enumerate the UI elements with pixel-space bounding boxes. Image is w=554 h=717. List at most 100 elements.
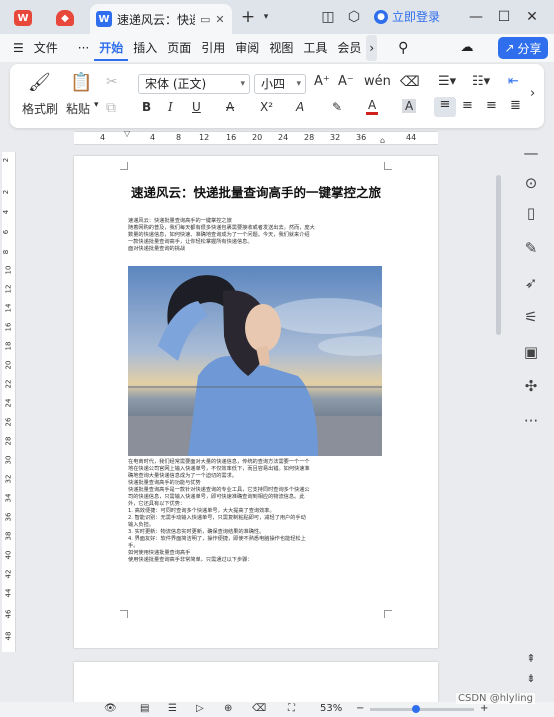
- share-button[interactable]: ↗ 分享: [498, 37, 548, 59]
- italic-button[interactable]: I: [168, 100, 173, 114]
- paste-icon[interactable]: 📋: [70, 72, 92, 93]
- portrait-photo[interactable]: [128, 266, 382, 456]
- tab-review[interactable]: 审阅: [230, 35, 264, 61]
- login-button[interactable]: ● 立即登录: [374, 8, 440, 25]
- ribbon-toolbar: 🖌 格式刷 📋 粘贴 ▾ ✂ ⧉ 宋体 (正文) ▾ 小四 ▾ A⁺ A⁻ wé…: [10, 64, 544, 128]
- tab-reference[interactable]: 引用: [196, 35, 230, 61]
- bold-button[interactable]: B: [142, 100, 151, 114]
- user-avatar-icon: ●: [374, 9, 388, 24]
- horizontal-ruler[interactable]: 4 4 8 12 16 20 24 28 32 36 44 ▽ ⌂: [74, 129, 438, 145]
- zoom-out-button[interactable]: −: [356, 703, 364, 714]
- adjust-icon[interactable]: ⚟: [518, 306, 544, 328]
- font-color-button[interactable]: A: [366, 98, 379, 115]
- ruler-label: 28: [4, 436, 13, 446]
- superscript-button[interactable]: X²: [260, 100, 273, 114]
- clear-format-icon[interactable]: ⌫: [400, 74, 420, 90]
- zoom-slider-handle[interactable]: [412, 705, 420, 713]
- paste-label[interactable]: 粘贴: [66, 100, 90, 117]
- pinyin-guide-icon[interactable]: wén: [364, 74, 391, 89]
- document-page[interactable]: 速递风云：快递批量查询高手的一键掌控之旅 速递风云：快递批量查询高手的一键掌控之…: [74, 156, 438, 648]
- play-icon[interactable]: ▷: [196, 703, 204, 714]
- hamburger-icon[interactable]: ☰: [8, 35, 29, 61]
- tab-start[interactable]: 开始: [94, 35, 129, 61]
- format-painter-label[interactable]: 格式刷: [22, 100, 58, 117]
- tab-close-icon[interactable]: ✕: [215, 13, 224, 26]
- cursor-icon[interactable]: ➶: [518, 272, 544, 294]
- new-tab-icon[interactable]: +: [238, 8, 258, 26]
- maximize-icon[interactable]: ☐: [494, 8, 514, 26]
- highlight-icon[interactable]: ✎: [332, 100, 342, 114]
- font-name-select[interactable]: 宋体 (正文) ▾: [138, 74, 250, 94]
- cut-icon[interactable]: ✂: [106, 74, 118, 90]
- tab-view[interactable]: 视图: [264, 35, 298, 61]
- scroll-top-icon[interactable]: ⇞: [518, 648, 544, 670]
- ruler-label: 38: [4, 531, 13, 541]
- search-icon[interactable]: ⚲: [393, 35, 413, 61]
- format-painter-icon[interactable]: 🖌: [28, 72, 51, 93]
- scroll-bottom-icon[interactable]: ⇟: [518, 668, 544, 690]
- vertical-ruler[interactable]: 2 2 4 6 8 10 12 14 16 18 20 22 24 26 28 …: [2, 152, 16, 652]
- close-icon[interactable]: ✕: [522, 8, 542, 26]
- indent-marker-icon[interactable]: ▽: [124, 129, 130, 138]
- window-layout-icon[interactable]: ◫: [318, 8, 338, 26]
- eye-icon[interactable]: 👁: [104, 703, 117, 714]
- tab-monitor-icon[interactable]: ▭: [200, 13, 210, 26]
- web-view-icon[interactable]: ⊕: [224, 703, 232, 714]
- eraser-icon[interactable]: ⌫: [252, 703, 266, 714]
- tab-member[interactable]: 会员: [332, 35, 366, 61]
- align-left-icon[interactable]: ≡: [434, 97, 456, 117]
- zoom-level[interactable]: 53%: [320, 703, 342, 714]
- cloud-icon[interactable]: ☁: [455, 35, 478, 61]
- right-indent-marker-icon[interactable]: ⌂: [380, 136, 385, 145]
- menu-file[interactable]: 文件: [29, 35, 63, 61]
- cube-icon[interactable]: ⬡: [344, 8, 364, 26]
- strikethrough-button[interactable]: A: [226, 100, 234, 114]
- char-shading-button[interactable]: A: [402, 99, 417, 113]
- text-line: 4. 界面友好：软件界面简洁明了，操作便捷，即使不熟悉电脑操作也能轻松上: [128, 536, 306, 542]
- zoom-slider[interactable]: [370, 708, 474, 711]
- pdf-app-button[interactable]: ◆: [48, 6, 82, 30]
- justify-icon[interactable]: ≣: [510, 98, 521, 113]
- pen-icon[interactable]: ✎: [518, 237, 544, 259]
- fit-page-icon[interactable]: ⛶: [288, 703, 295, 714]
- align-right-icon[interactable]: ≡: [486, 98, 497, 113]
- next-page[interactable]: [74, 662, 438, 702]
- page-view-icon[interactable]: ▤: [140, 703, 149, 714]
- text-line: 1. 高效便捷：可同时查询多个快递单号，大大提高了查询效率。: [128, 508, 275, 514]
- indent-icon[interactable]: ⇤: [508, 74, 519, 89]
- tab-insert[interactable]: 插入: [128, 35, 162, 61]
- ruler-label: 4: [2, 209, 11, 215]
- underline-button[interactable]: U: [192, 100, 201, 114]
- collapse-panel-icon[interactable]: —: [518, 142, 544, 164]
- tab-page[interactable]: 页面: [162, 35, 196, 61]
- more-icon[interactable]: ···: [518, 410, 544, 432]
- minimize-icon[interactable]: —: [466, 8, 486, 26]
- tabs-scroll-right-icon[interactable]: ›: [366, 35, 378, 61]
- copy-icon[interactable]: ⧉: [106, 100, 116, 116]
- menu-more[interactable]: ···: [73, 35, 94, 61]
- grow-font-icon[interactable]: A⁺: [314, 74, 330, 89]
- font-size-select[interactable]: 小四 ▾: [254, 74, 306, 94]
- ruler-label: 20: [252, 133, 263, 142]
- text-line: 3. 实时更新：物流信息实时更新，确保查询结果的准确性。: [128, 529, 265, 535]
- text-effect-icon[interactable]: A: [296, 100, 304, 114]
- bullet-list-icon[interactable]: ☰▾: [438, 74, 456, 89]
- document-tab[interactable]: W 速递风云：快递 ▭ ✕: [90, 4, 232, 34]
- tab-tools[interactable]: 工具: [298, 35, 332, 61]
- vertical-scrollbar-thumb[interactable]: [496, 175, 501, 335]
- align-center-icon[interactable]: ≡: [462, 98, 473, 113]
- book-icon[interactable]: ▯: [518, 202, 544, 224]
- navigation-icon[interactable]: ⊙: [518, 172, 544, 194]
- ruler-label: 2: [2, 157, 11, 163]
- image-edit-icon[interactable]: ▣: [518, 341, 544, 363]
- ribbon-scroll-right-icon[interactable]: ›: [530, 86, 535, 101]
- zoom-in-button[interactable]: +: [480, 703, 488, 714]
- wps-home-button[interactable]: W: [6, 6, 40, 30]
- share-icon: ↗: [504, 41, 515, 55]
- numbered-list-icon[interactable]: ☷▾: [472, 74, 490, 89]
- tools-icon[interactable]: ✣: [518, 375, 544, 397]
- paste-dropdown-icon[interactable]: ▾: [94, 100, 99, 110]
- shrink-font-icon[interactable]: A⁻: [338, 74, 354, 89]
- tab-list-chevron-icon[interactable]: ▾: [256, 8, 276, 26]
- outline-view-icon[interactable]: ☰: [168, 703, 177, 714]
